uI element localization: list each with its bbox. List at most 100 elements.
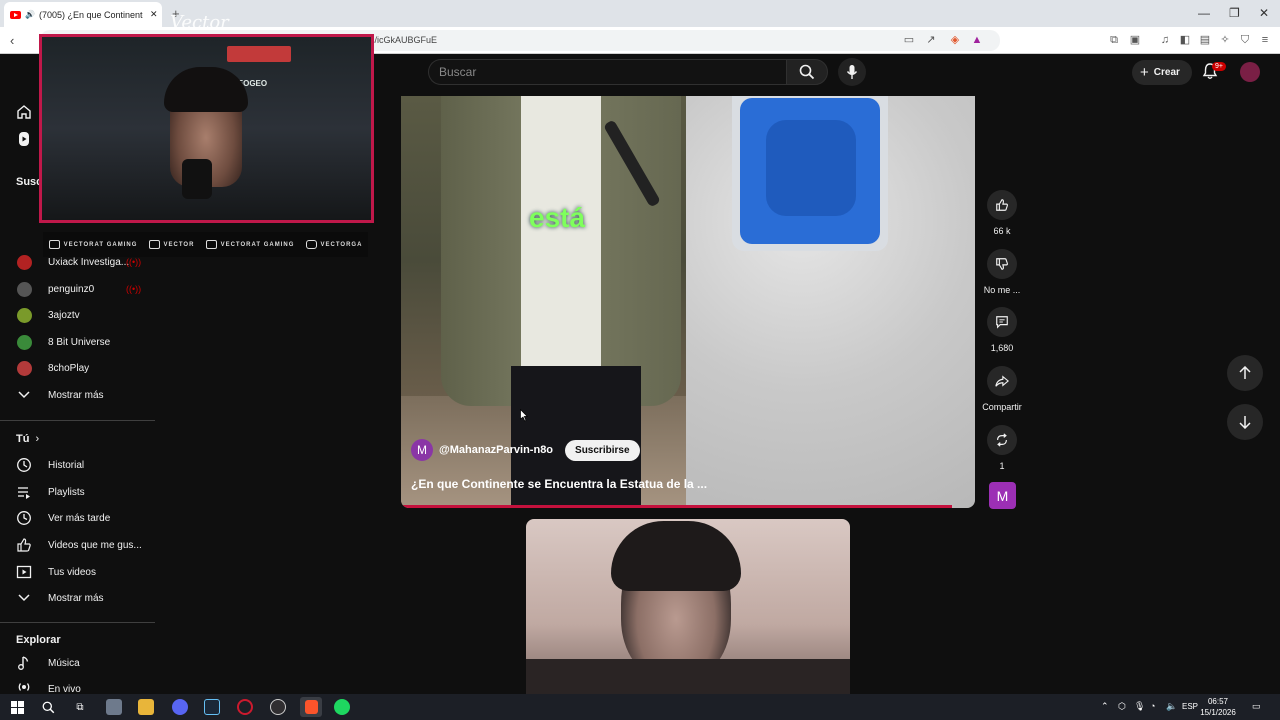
short-channel-name[interactable]: @MahanazParvin-n8o bbox=[439, 444, 553, 456]
task-view-icon[interactable]: ⧉ bbox=[72, 699, 88, 715]
menu-icon[interactable]: ≡ bbox=[1258, 33, 1272, 47]
sidebar-item-live[interactable]: En vivo bbox=[0, 677, 155, 694]
channel-name: 8 Bit Universe bbox=[48, 336, 111, 348]
microphone-tray-icon[interactable]: 🎙 bbox=[1134, 701, 1145, 712]
dislike-button[interactable]: No me ... bbox=[984, 249, 1020, 295]
sidebar-channel-item[interactable]: penguinz0 ((•)) bbox=[0, 276, 155, 302]
spotify-icon[interactable] bbox=[334, 699, 350, 715]
show-more-label: Mostrar más bbox=[48, 389, 104, 401]
create-label: Crear bbox=[1153, 67, 1180, 78]
you-header[interactable]: Tú › bbox=[16, 433, 39, 445]
shorts-icon bbox=[16, 131, 32, 147]
channel-avatar bbox=[16, 254, 32, 270]
short-channel-avatar[interactable]: M bbox=[411, 439, 433, 461]
comments-button[interactable]: 1,680 bbox=[984, 307, 1020, 353]
divider bbox=[0, 420, 155, 421]
sidebar-item-playlists[interactable]: Playlists bbox=[0, 479, 155, 505]
microphone-icon bbox=[846, 65, 858, 79]
network-tray-icon[interactable]: ⬡ bbox=[1118, 701, 1126, 712]
brave-rewards-icon[interactable]: ▲ bbox=[970, 33, 984, 47]
sidebar-item-music[interactable]: Música bbox=[0, 650, 155, 676]
show-more-subscriptions[interactable]: Mostrar más bbox=[0, 382, 155, 408]
clock-date: 15/1/2026 bbox=[1200, 708, 1236, 717]
windows-start-icon[interactable] bbox=[9, 699, 25, 715]
twitter-icon bbox=[205, 240, 217, 249]
channel-tile[interactable]: M bbox=[989, 482, 1016, 509]
share-button[interactable]: Compartir bbox=[978, 366, 1026, 412]
your-videos-label: Tus videos bbox=[48, 566, 96, 578]
extensions-icon[interactable]: ⧉ bbox=[1107, 33, 1121, 47]
account-avatar[interactable] bbox=[1240, 62, 1260, 82]
share-page-icon[interactable]: ↗ bbox=[924, 33, 938, 47]
tab-search-icon[interactable]: ▣ bbox=[1128, 33, 1142, 47]
live-indicator-icon: ((•)) bbox=[126, 284, 142, 294]
chevron-up-icon[interactable]: ⌃ bbox=[1101, 701, 1109, 712]
brave-browser-icon[interactable] bbox=[300, 697, 322, 717]
notifications-icon[interactable]: ▭ bbox=[1252, 701, 1261, 712]
taskbar-clock[interactable]: 06:57 15/1/2026 bbox=[1200, 696, 1236, 718]
short-title[interactable]: ¿En que Continente se Encuentra la Estat… bbox=[411, 477, 707, 491]
sidebar-toggle-icon[interactable]: ◧ bbox=[1178, 33, 1192, 47]
steam-icon[interactable] bbox=[204, 699, 220, 715]
close-tab-icon[interactable]: ✕ bbox=[150, 9, 158, 20]
volume-icon[interactable]: 🔈 bbox=[1166, 701, 1177, 712]
instagram-handle: VECTORGA bbox=[320, 241, 363, 248]
sidebar-item-liked-videos[interactable]: Videos que me gus... bbox=[0, 532, 155, 558]
next-short-button[interactable] bbox=[1227, 404, 1263, 440]
sidebar-channel-item[interactable]: 3ajoztv bbox=[0, 302, 155, 328]
watch-later-icon bbox=[16, 510, 32, 526]
subscribe-button[interactable]: Suscribirse bbox=[565, 439, 640, 461]
overlay-social-bar: VECTORAT GAMING VECTOR VECTORAT GAMING V… bbox=[43, 232, 368, 257]
minimize-button[interactable]: — bbox=[1198, 6, 1210, 20]
leo-ai-icon[interactable]: ✧ bbox=[1218, 33, 1232, 47]
search-input[interactable]: Buscar bbox=[428, 59, 786, 85]
share-icon bbox=[987, 366, 1017, 396]
mouse-cursor-icon bbox=[520, 409, 528, 422]
obs-icon[interactable] bbox=[270, 699, 286, 715]
speaker-icon[interactable]: 🔊 bbox=[25, 10, 35, 19]
search-icon bbox=[799, 64, 815, 80]
sidebar-channel-item[interactable]: 8choPlay bbox=[0, 355, 155, 381]
playlists-icon bbox=[16, 484, 32, 500]
like-count: 66 k bbox=[993, 226, 1011, 236]
language-indicator[interactable]: ESP bbox=[1182, 702, 1198, 711]
close-window-button[interactable]: ✕ bbox=[1259, 6, 1269, 20]
opera-icon[interactable] bbox=[237, 699, 253, 715]
search-icon[interactable] bbox=[40, 699, 56, 715]
twitter-social: VECTORAT GAMING bbox=[205, 240, 295, 249]
twitch-handle: VECTOR bbox=[163, 241, 195, 248]
live-icon bbox=[16, 679, 32, 694]
sidebar-item-watch-later[interactable]: Ver más tarde bbox=[0, 505, 155, 531]
search-button[interactable] bbox=[786, 59, 828, 85]
app-icon[interactable] bbox=[106, 699, 122, 715]
wallet-icon[interactable]: ▤ bbox=[1198, 33, 1212, 47]
channel-avatar bbox=[16, 281, 32, 297]
facecam-neon-sign bbox=[227, 46, 291, 62]
install-icon[interactable]: ▭ bbox=[902, 33, 916, 47]
media-icon[interactable]: ♫ bbox=[1158, 33, 1172, 47]
previous-short-button[interactable] bbox=[1227, 355, 1263, 391]
discord-icon[interactable] bbox=[172, 699, 188, 715]
show-more-you[interactable]: Mostrar más bbox=[0, 585, 155, 611]
short-video-player[interactable]: está M @MahanazParvin-n8o Suscribirse ¿E… bbox=[401, 96, 975, 508]
youtube-handle: VECTORAT GAMING bbox=[63, 241, 138, 248]
sidebar-item-history[interactable]: Historial bbox=[0, 452, 155, 478]
comment-count: 1,680 bbox=[990, 343, 1014, 353]
brave-shield-icon[interactable]: ◈ bbox=[948, 33, 962, 47]
remix-button[interactable]: 1 bbox=[984, 425, 1020, 471]
create-button[interactable]: + Crear bbox=[1132, 60, 1192, 85]
wifi-icon[interactable]: ◔ bbox=[1150, 701, 1155, 711]
playlists-label: Playlists bbox=[48, 486, 85, 498]
you-label: Tú bbox=[16, 433, 30, 445]
like-button[interactable]: 66 k bbox=[984, 190, 1020, 236]
back-icon[interactable]: ‹ bbox=[10, 33, 14, 48]
restore-button[interactable]: ❐ bbox=[1229, 6, 1240, 20]
voice-search-button[interactable] bbox=[838, 58, 866, 86]
browser-tab[interactable]: 🔊 (7005) ¿En que Continente se ✕ bbox=[4, 2, 162, 27]
vpn-icon[interactable]: ⛉ bbox=[1238, 33, 1252, 47]
sidebar-channel-item[interactable]: 8 Bit Universe bbox=[0, 329, 155, 355]
next-short-preview[interactable] bbox=[526, 519, 850, 694]
short-progress-bar[interactable] bbox=[401, 505, 953, 508]
sidebar-item-your-videos[interactable]: Tus videos bbox=[0, 559, 155, 585]
file-explorer-icon[interactable] bbox=[138, 699, 154, 715]
